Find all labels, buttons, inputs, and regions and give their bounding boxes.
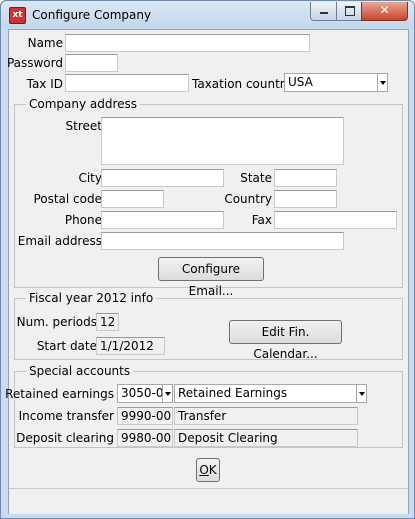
tax-id-label: Tax ID: [26, 77, 63, 91]
deposit-clearing-code: 9980-00: [117, 429, 173, 447]
city-field[interactable]: [101, 169, 224, 187]
retained-earnings-name: Retained Earnings: [178, 386, 288, 400]
special-accounts-title: Special accounts: [26, 364, 134, 378]
email-label: Email address: [17, 234, 102, 248]
phone-label: Phone: [64, 213, 102, 227]
fax-label: Fax: [251, 213, 272, 227]
company-address-title: Company address: [26, 97, 141, 111]
taxation-country-label: Taxation country: [192, 77, 292, 91]
fiscal-year-title: Fiscal year 2012 info: [26, 291, 157, 305]
country-label: Country: [224, 192, 272, 206]
retained-earnings-account-select[interactable]: 3050-00: [117, 384, 173, 403]
city-label: City: [78, 171, 102, 185]
deposit-clearing-name: Deposit Clearing: [174, 429, 358, 447]
start-date-label: Start date: [36, 339, 97, 353]
income-transfer-code: 9990-00: [117, 407, 173, 425]
company-address-group: Company address Street City State Postal…: [14, 97, 403, 298]
edit-fin-calendar-button[interactable]: Edit Fin. Calendar...: [229, 320, 342, 361]
income-transfer-name: Transfer: [174, 407, 358, 425]
email-field[interactable]: [101, 232, 344, 250]
fiscal-year-group: Fiscal year 2012 info Num. periods 12 St…: [14, 291, 403, 361]
taxation-country-select[interactable]: USA: [284, 73, 388, 92]
close-button[interactable]: ✕: [361, 2, 408, 21]
street-label: Street: [65, 119, 102, 133]
name-field[interactable]: [65, 34, 310, 52]
state-field[interactable]: [274, 169, 337, 187]
ok-button-label: K: [208, 463, 217, 477]
postal-code-label: Postal code: [33, 192, 102, 206]
num-periods-label: Num. periods: [16, 315, 97, 329]
window-title: Configure Company: [32, 8, 152, 22]
chevron-down-icon[interactable]: [162, 385, 172, 402]
maximize-button[interactable]: [336, 2, 363, 21]
retained-earnings-label: Retained earnings: [5, 387, 114, 401]
country-field[interactable]: [274, 190, 337, 208]
retained-earnings-name-select[interactable]: Retained Earnings: [174, 384, 367, 403]
name-label: Name: [27, 36, 63, 50]
password-label: Password: [6, 56, 63, 70]
income-transfer-label: Income transfer: [18, 409, 114, 423]
postal-code-field[interactable]: [101, 190, 164, 208]
fax-field[interactable]: [274, 211, 397, 229]
minimize-button[interactable]: [310, 2, 338, 21]
chevron-down-icon[interactable]: [356, 385, 366, 402]
num-periods-field: 12: [96, 313, 119, 331]
status-bar: [9, 488, 408, 514]
special-accounts-group: Special accounts Retained earnings 3050-…: [5, 364, 403, 448]
ok-button[interactable]: OK: [196, 458, 220, 482]
configure-email-button[interactable]: Configure Email...: [158, 257, 264, 298]
state-label: State: [240, 171, 272, 185]
deposit-clearing-label: Deposit clearing: [16, 431, 114, 445]
street-field[interactable]: [101, 117, 344, 165]
chevron-down-icon[interactable]: [377, 74, 387, 91]
taxation-country-value: USA: [288, 75, 313, 89]
password-field[interactable]: [65, 54, 118, 72]
phone-field[interactable]: [101, 211, 224, 229]
configure-company-window: xt Configure Company ✕ Name Password Tax…: [0, 0, 415, 519]
dialog-body: Name Password Tax ID Taxation country US…: [5, 29, 409, 514]
app-icon[interactable]: xt: [9, 7, 26, 24]
start-date-field: 1/1/2012: [96, 337, 165, 355]
title-bar[interactable]: xt Configure Company ✕: [1, 1, 414, 28]
ok-button-mnemonic: O: [199, 463, 209, 477]
tax-id-field[interactable]: [65, 74, 189, 92]
